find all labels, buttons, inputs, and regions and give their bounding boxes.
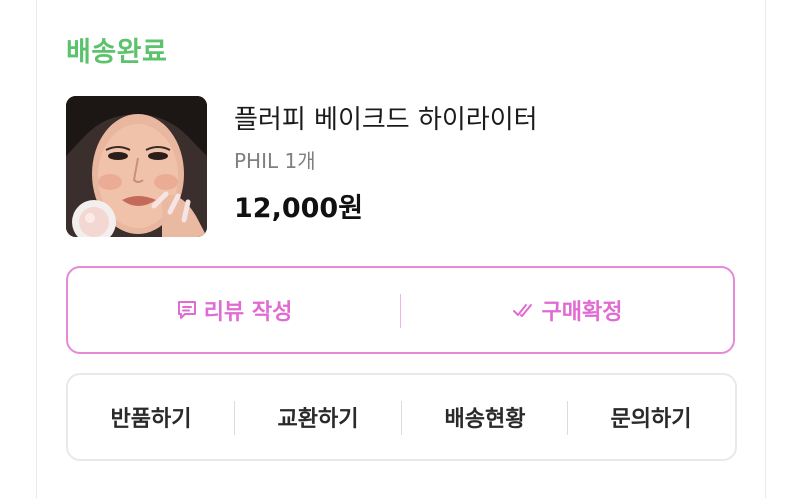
inquiry-button[interactable]: 문의하기 <box>568 375 734 459</box>
chat-bubble-icon <box>177 301 196 319</box>
return-button[interactable]: 반품하기 <box>68 375 234 459</box>
secondary-action-bar: 반품하기 교환하기 배송현황 문의하기 <box>66 373 737 461</box>
double-check-icon <box>512 304 532 317</box>
primary-action-bar: 리뷰 작성 구매확정 <box>66 266 735 354</box>
product-price: 12,000원 <box>234 193 364 224</box>
product-name[interactable]: 플러피 베이크드 하이라이터 <box>234 99 538 136</box>
delivery-status-label: 배송현황 <box>444 407 526 432</box>
inquiry-label: 문의하기 <box>610 407 692 432</box>
product-photo-illustration <box>66 96 207 237</box>
order-status: 배송완료 <box>66 37 168 68</box>
exchange-button[interactable]: 교환하기 <box>235 375 401 459</box>
exchange-label: 교환하기 <box>277 407 359 432</box>
return-label: 반품하기 <box>110 407 192 432</box>
product-option: PHIL 1개 <box>234 149 316 173</box>
write-review-button[interactable]: 리뷰 작성 <box>68 268 400 352</box>
confirm-purchase-button[interactable]: 구매확정 <box>401 268 733 352</box>
product-image[interactable] <box>66 96 207 237</box>
write-review-label: 리뷰 작성 <box>203 300 293 325</box>
delivery-status-button[interactable]: 배송현황 <box>402 375 568 459</box>
confirm-purchase-label: 구매확정 <box>541 300 623 325</box>
